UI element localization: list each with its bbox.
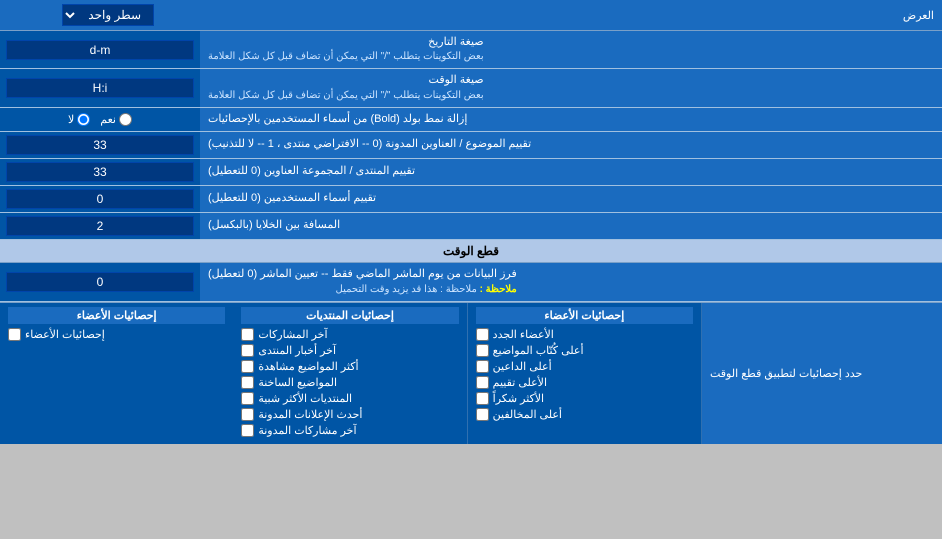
user-names-input-cell	[0, 186, 200, 212]
cell-spacing-row: المسافة بين الخلايا (بالبكسل)	[0, 213, 942, 240]
checkbox-member-stats[interactable]	[8, 328, 21, 341]
bold-remove-label: إزالة نمط بولد (Bold) من أسماء المستخدمي…	[200, 108, 942, 131]
checkbox-top-writers[interactable]	[476, 344, 489, 357]
time-format-input-cell	[0, 69, 200, 106]
main-container: العرض سطر واحد سطرين ثلاثة أسطر صيغة الت…	[0, 0, 942, 444]
stats-item-most-viewed: أكثر المواضيع مشاهدة	[241, 360, 458, 373]
topic-order-row: تقييم الموضوع / العناوين المدونة (0 -- ا…	[0, 132, 942, 159]
checkbox-most-forums[interactable]	[241, 392, 254, 405]
stats-col-right: إحصائيات الأعضاء إحصائيات الأعضاء	[0, 303, 233, 444]
radio-yes[interactable]	[119, 113, 132, 126]
date-format-label: صيغة التاريخ بعض التكوينات يتطلب "/" الت…	[200, 31, 942, 68]
cutoff-row: فرز البيانات من يوم الماشر الماضي فقط --…	[0, 263, 942, 301]
stats-col2-header: إحصائيات المنتديات	[241, 307, 458, 324]
user-names-row: تقييم أسماء المستخدمين (0 للتعطيل)	[0, 186, 942, 213]
topic-order-label: تقييم الموضوع / العناوين المدونة (0 -- ا…	[200, 132, 942, 158]
user-names-label: تقييم أسماء المستخدمين (0 للتعطيل)	[200, 186, 942, 212]
cell-spacing-input-cell	[0, 213, 200, 239]
checkbox-last-news[interactable]	[241, 344, 254, 357]
checkbox-last-blog-posts[interactable]	[241, 424, 254, 437]
stats-item-most-thanks: الأكثر شكراً	[476, 392, 693, 405]
top-row: العرض سطر واحد سطرين ثلاثة أسطر	[0, 0, 942, 31]
cell-spacing-label: المسافة بين الخلايا (بالبكسل)	[200, 213, 942, 239]
checkbox-top-rated[interactable]	[476, 376, 489, 389]
stats-item-top-inviters: أعلى الداعين	[476, 360, 693, 373]
stats-item-most-forums: المنتديات الأكثر شبية	[241, 392, 458, 405]
time-format-label: صيغة الوقت بعض التكوينات يتطلب "/" التي …	[200, 69, 942, 106]
stats-apply-label: حدد إحصائيات لتطبيق قطع الوقت	[702, 303, 942, 444]
stats-item-member-stats: إحصائيات الأعضاء	[8, 328, 225, 341]
stats-item-top-writers: أعلى كُتّاب المواضيع	[476, 344, 693, 357]
bold-remove-radio-cell: نعم لا	[0, 108, 200, 131]
top-select-cell: سطر واحد سطرين ثلاثة أسطر	[8, 4, 208, 26]
stats-col1-header: إحصائيات الأعضاء	[8, 307, 225, 324]
checkbox-new-members[interactable]	[476, 328, 489, 341]
date-format-input-cell	[0, 31, 200, 68]
bold-remove-row: إزالة نمط بولد (Bold) من أسماء المستخدمي…	[0, 108, 942, 132]
time-format-row: صيغة الوقت بعض التكوينات يتطلب "/" التي …	[0, 69, 942, 107]
date-format-input[interactable]	[6, 40, 194, 60]
forum-order-row: تقييم المنتدى / المجموعة العناوين (0 للت…	[0, 159, 942, 186]
radio-no-label[interactable]: لا	[68, 113, 90, 126]
forum-order-label: تقييم المنتدى / المجموعة العناوين (0 للت…	[200, 159, 942, 185]
display-select[interactable]: سطر واحد سطرين ثلاثة أسطر	[62, 4, 154, 26]
topic-order-input-cell	[0, 132, 200, 158]
stats-item-new-members: الأعضاء الجدد	[476, 328, 693, 341]
date-format-row: صيغة التاريخ بعض التكوينات يتطلب "/" الت…	[0, 31, 942, 69]
stats-item-last-posts: آخر المشاركات	[241, 328, 458, 341]
checkbox-top-inviters[interactable]	[476, 360, 489, 373]
radio-yes-label[interactable]: نعم	[100, 113, 132, 126]
top-label: العرض	[208, 9, 934, 22]
time-format-input[interactable]	[6, 78, 194, 98]
stats-item-last-news: آخر أخبار المنتدى	[241, 344, 458, 357]
stats-col-forums: إحصائيات المنتديات آخر المشاركات آخر أخب…	[233, 303, 467, 444]
user-names-input[interactable]	[6, 189, 194, 209]
checkbox-most-thanks[interactable]	[476, 392, 489, 405]
stats-item-last-blog-posts: آخر مشاركات المدونة	[241, 424, 458, 437]
topic-order-input[interactable]	[6, 135, 194, 155]
cutoff-section-header: قطع الوقت	[0, 240, 942, 263]
checkbox-top-violators[interactable]	[476, 408, 489, 421]
forum-order-input[interactable]	[6, 162, 194, 182]
bottom-stats-area: إحصائيات الأعضاء الأعضاء الجدد أعلى كُتّ…	[0, 303, 702, 444]
cutoff-label: فرز البيانات من يوم الماشر الماضي فقط --…	[200, 263, 942, 300]
stats-item-top-violators: أعلى المخالفين	[476, 408, 693, 421]
cell-spacing-input[interactable]	[6, 216, 194, 236]
radio-no[interactable]	[77, 113, 90, 126]
checkbox-latest-announcements[interactable]	[241, 408, 254, 421]
stats-col-members: إحصائيات الأعضاء الأعضاء الجدد أعلى كُتّ…	[468, 303, 702, 444]
stats-item-top-rated: الأعلى تقييم	[476, 376, 693, 389]
stats-item-latest-announcements: أحدث الإعلانات المدونة	[241, 408, 458, 421]
stats-col3-header: إحصائيات الأعضاء	[476, 307, 693, 324]
checkbox-last-posts[interactable]	[241, 328, 254, 341]
checkbox-hot-topics[interactable]	[241, 376, 254, 389]
cutoff-input-cell	[0, 263, 200, 300]
forum-order-input-cell	[0, 159, 200, 185]
cutoff-input[interactable]	[6, 272, 194, 292]
stats-item-hot-topics: المواضيع الساخنة	[241, 376, 458, 389]
bottom-stats-section: حدد إحصائيات لتطبيق قطع الوقت إحصائيات ا…	[0, 302, 942, 444]
checkbox-most-viewed[interactable]	[241, 360, 254, 373]
